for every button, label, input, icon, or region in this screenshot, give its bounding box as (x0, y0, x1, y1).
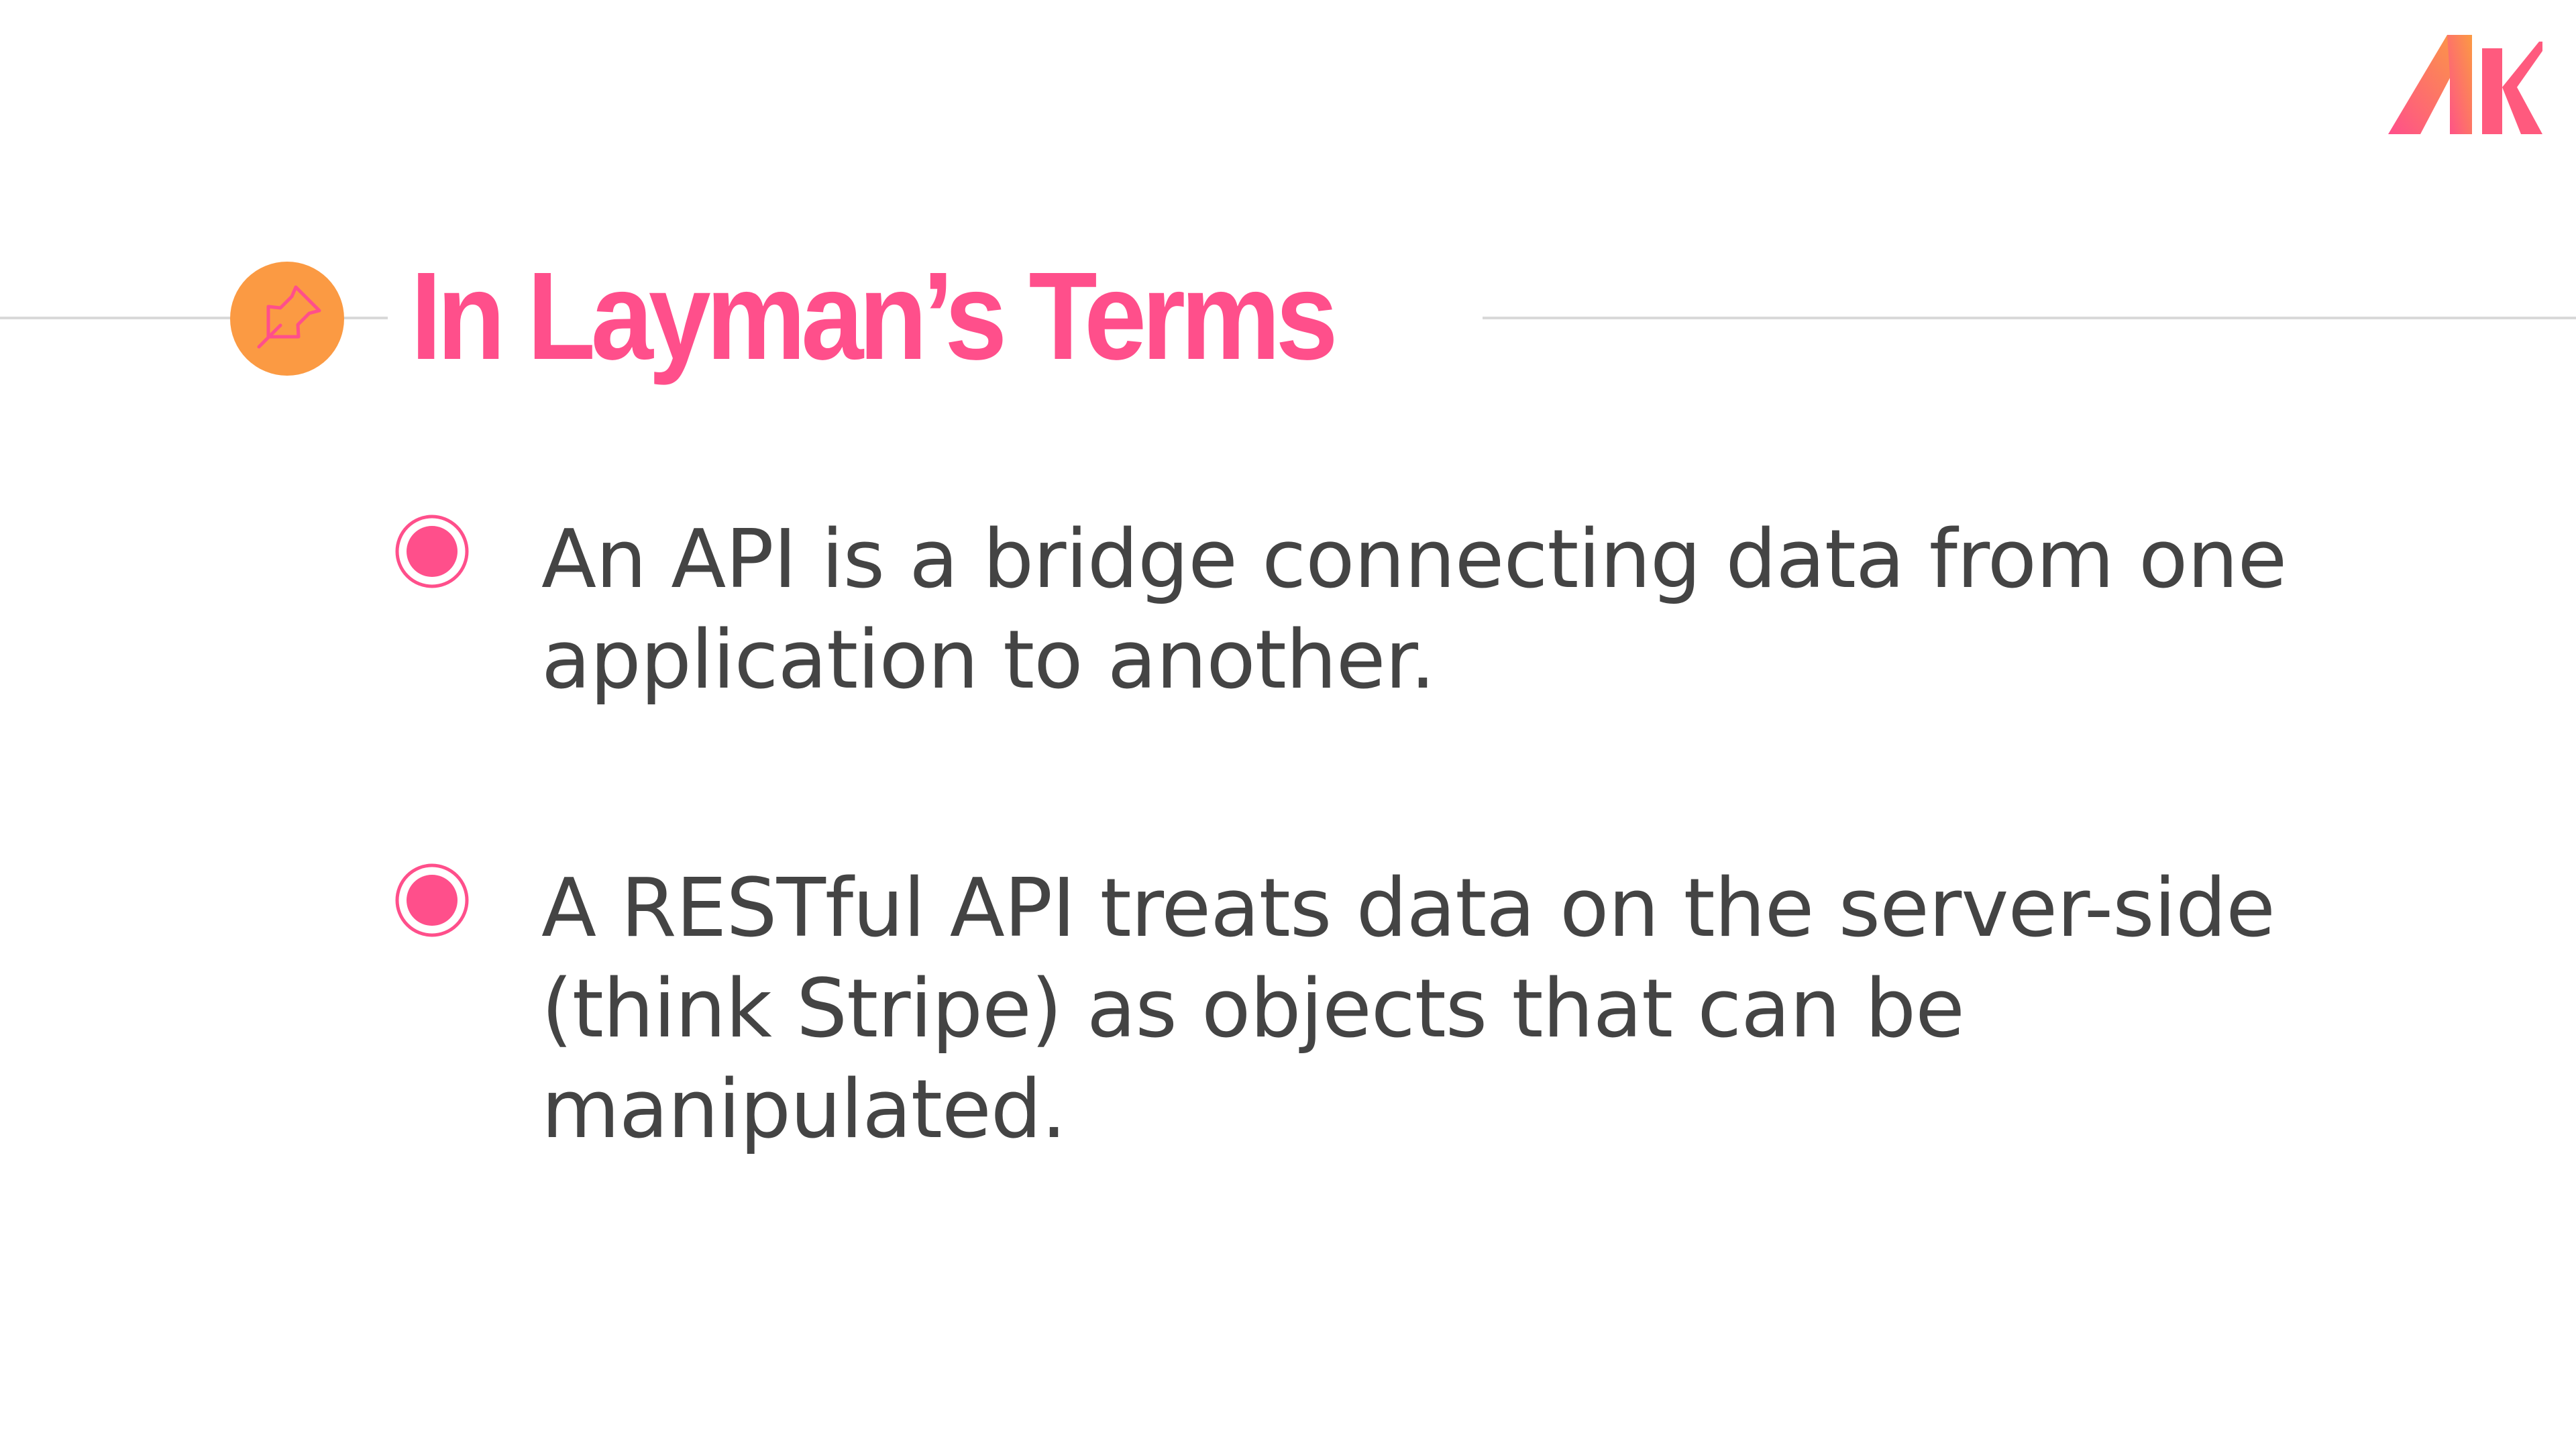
title-rule-right (1483, 317, 2576, 319)
slide-title: In Layman’s Terms (411, 247, 1338, 386)
radio-bullet-icon (395, 863, 469, 937)
radio-bullet-icon (395, 515, 469, 588)
bullet-text: An API is a bridge connecting data from … (541, 513, 2287, 707)
ak-logo (2388, 35, 2542, 136)
pushpin-icon (230, 262, 344, 376)
bullet-text: A RESTful API treats data on the server-… (541, 862, 2275, 1157)
